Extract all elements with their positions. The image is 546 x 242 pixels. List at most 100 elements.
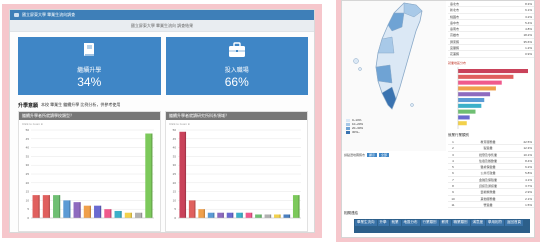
y-tick-label: 50 [173, 128, 177, 132]
nav-item[interactable]: 行業類別 [420, 220, 439, 226]
table-cell: 11 [451, 202, 455, 207]
y-tick-label: 35 [26, 154, 30, 158]
nav-item[interactable]: 就業 [389, 220, 401, 226]
analysis-text: 本校 畢業生 繼續升學 比例分析，供參考使用 [41, 102, 121, 107]
horizontal-bar-chart[interactable] [450, 67, 532, 129]
bar-shade [260, 214, 262, 218]
legend-swatch [346, 126, 350, 130]
table-cell: 2 [452, 146, 454, 151]
table-row: 花蓮縣 0.9% [448, 51, 534, 58]
map-note: 請點選地圖縣市 顯示 全部 [344, 153, 390, 157]
y-tick-label: 0 [27, 216, 29, 220]
right-screenshot-frame: 0~10% 10~20% 20~30% 30%~ 請點選地圖縣市 顯示 全部 臺… [336, 0, 540, 242]
table-cell: 5.8% [525, 171, 532, 176]
bar[interactable] [458, 92, 491, 97]
table-cell: 3.2% [525, 14, 532, 19]
bar-shade [38, 195, 40, 218]
table-cell [478, 14, 516, 19]
map-all-button[interactable]: 全部 [379, 153, 390, 157]
bar-shade [251, 212, 253, 218]
table-cell: 臺南市 [450, 27, 460, 32]
window-icon [14, 13, 19, 17]
bar-shade [120, 210, 122, 218]
y-tick-label: 15 [173, 190, 177, 194]
table-cell: 藝術娛樂業 [480, 190, 496, 195]
bar-shade [213, 212, 215, 218]
y-tick-label: 45 [173, 137, 177, 141]
bar[interactable] [458, 80, 502, 85]
table-cell: 1 [452, 140, 454, 144]
bar-shade [100, 205, 102, 218]
table-cell: 9 [452, 190, 454, 195]
bar-shade [69, 200, 71, 218]
bar[interactable] [458, 74, 514, 79]
bar-shade [59, 195, 61, 218]
table-cell: 其他服務業 [480, 196, 496, 201]
nav-item[interactable]: 滿意度 [470, 220, 485, 226]
nav-item[interactable]: 畢業生流向 [355, 220, 377, 226]
bar-shade [203, 209, 205, 218]
bar-shade [241, 212, 243, 218]
table-cell: 12.3% [523, 146, 532, 151]
chart-title: 繼續升學者所就讀學校類型？ [19, 112, 160, 120]
nav-item[interactable]: 返回首頁 [505, 220, 523, 226]
bar-shade [79, 202, 81, 218]
bar[interactable] [458, 103, 482, 108]
table-cell: 6.1% [525, 8, 532, 13]
table-cell: 醫療保健業 [480, 165, 496, 170]
nav-item[interactable]: 職業類別 [451, 220, 470, 226]
table-cell: 製造業 [483, 146, 493, 151]
map-show-button[interactable]: 顯示 [367, 153, 378, 157]
table-cell: 3 [452, 152, 454, 157]
bar-shade [130, 212, 132, 218]
table-cell [478, 45, 516, 50]
bar-chart-field[interactable]: 0 5 10 15 20 25 30 35 40 45 50 [166, 126, 307, 230]
region-results-page: 0~10% 10~20% 20~30% 30%~ 請點選地圖縣市 顯示 全部 臺… [341, 0, 535, 238]
bar-shade [232, 212, 234, 218]
nav-item[interactable]: 地區分布 [401, 220, 420, 226]
table-cell: 屏東縣 [450, 39, 460, 44]
bar-chart-school-type[interactable]: 0 5 10 15 20 25 30 35 40 45 50 [19, 126, 160, 230]
table-cell: 公共行政業 [480, 171, 496, 176]
taiwan-map-panel: 0~10% 10~20% 20~30% 30%~ [342, 1, 446, 151]
bar[interactable] [458, 86, 496, 91]
table-cell: 臺北市 [450, 2, 460, 6]
table-cell: 6 [452, 171, 454, 176]
table-cell: 6.2% [525, 165, 532, 170]
nav-item[interactable]: 薪資 [439, 220, 451, 226]
bar-shade [222, 212, 224, 218]
table-cell: 1.2% [525, 46, 532, 51]
table-cell: 8.3% [525, 2, 532, 6]
y-tick-label: 5 [174, 207, 176, 211]
analysis-heading: 升學意願 [18, 103, 39, 109]
bar[interactable] [458, 69, 528, 74]
bar-shade [184, 131, 187, 218]
table-cell: 新北市 [450, 8, 460, 13]
table-cell: 桃園市 [450, 14, 460, 19]
tile-value: 66% [224, 75, 249, 89]
bar[interactable] [458, 121, 467, 126]
taiwan-map[interactable] [342, 1, 446, 116]
table-cell: 臺中市 [450, 20, 460, 25]
survey-results-page: 國立屏東大學 畢業生流向調查 國立屏東大學 畢業生流向 調查結果 繼續升學 34… [9, 9, 315, 233]
nav-item[interactable]: 升學 [377, 220, 389, 226]
tile-further-study[interactable]: 繼續升學 34% [18, 37, 161, 95]
region-table: 臺北市 8.3% 新北市 6.1% 桃園市 3.2% 臺中市 5.4% 臺南市 4.8% 高雄市 18… [448, 1, 534, 58]
bottom-navigation: 畢業生流向 升學 就業 地區分布 行業類別 薪資 職業類別 滿意度 學用相符 返回首頁 [354, 219, 530, 233]
legend-item: 30%~ [346, 130, 363, 134]
y-tick-label: 25 [173, 172, 177, 176]
analysis-caption: 升學意願 本校 畢業生 繼續升學 比例分析，供參考使用 [18, 102, 308, 109]
bar-shade [151, 133, 153, 218]
table-cell [478, 1, 516, 6]
tile-employment[interactable]: 投入職場 66% [165, 37, 308, 95]
bar[interactable] [458, 98, 485, 103]
nav-item[interactable]: 學用相符 [486, 220, 504, 226]
tile-value: 34% [77, 75, 102, 89]
y-tick-label: 20 [173, 181, 177, 185]
bar[interactable] [458, 115, 470, 120]
page-subtitle: 國立屏東大學 畢業生流向 調查結果 [10, 20, 314, 32]
bar[interactable] [458, 109, 476, 114]
bar-chart-title: 就業地區分布 [448, 61, 467, 65]
y-tick-label: 10 [173, 198, 177, 202]
tile-label: 繼續升學 [77, 68, 102, 74]
